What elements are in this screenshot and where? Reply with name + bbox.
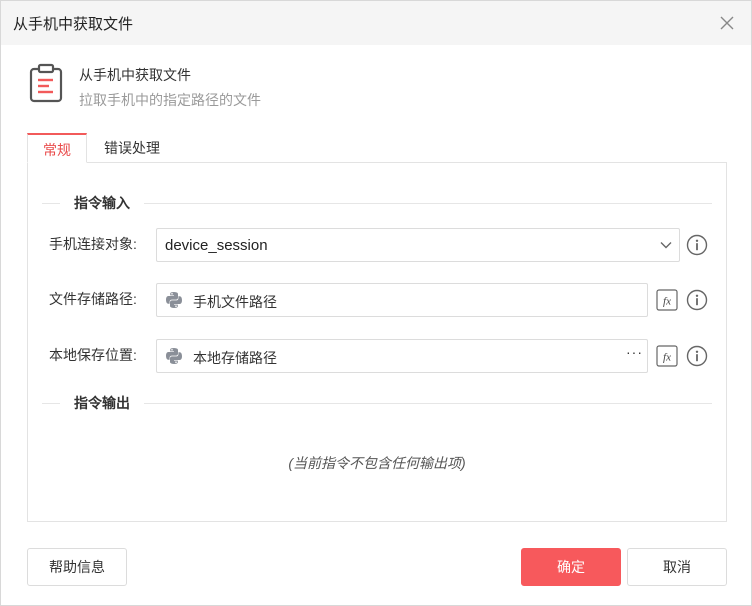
fx-icon[interactable]: fx xyxy=(656,345,678,367)
tab-error-handling[interactable]: 错误处理 xyxy=(87,133,177,163)
help-button[interactable]: 帮助信息 xyxy=(27,548,127,586)
file-path-input[interactable]: 手机文件路径 xyxy=(156,283,648,317)
local-path-value: 本地存储路径 xyxy=(193,350,277,366)
file-path-label: 文件存储路径: xyxy=(49,291,137,307)
confirm-button[interactable]: 确定 xyxy=(521,548,621,586)
input-section-title: 指令输入 xyxy=(60,193,144,213)
clipboard-icon xyxy=(29,63,63,103)
dialog-title: 从手机中获取文件 xyxy=(13,16,134,33)
title-bar: 从手机中获取文件 xyxy=(1,1,751,45)
settings-panel: 指令输入 手机连接对象: device_session 文件存储路径: 手机文件… xyxy=(27,162,727,522)
info-icon[interactable] xyxy=(686,289,708,311)
python-icon xyxy=(166,348,182,364)
device-session-select[interactable]: device_session xyxy=(156,228,680,262)
local-path-label: 本地保存位置: xyxy=(49,347,137,363)
cancel-button[interactable]: 取消 xyxy=(627,548,727,586)
close-icon[interactable] xyxy=(715,11,739,35)
tab-general[interactable]: 常规 xyxy=(27,133,87,163)
fx-icon[interactable]: fx xyxy=(656,289,678,311)
svg-text:fx: fx xyxy=(663,352,671,364)
browse-button[interactable]: ··· xyxy=(626,344,643,360)
dialog: 从手机中获取文件 从手机中获取文件 拉取手机中的指定路径的文件 常规 错误处理 … xyxy=(0,0,752,606)
device-session-label: 手机连接对象: xyxy=(49,236,137,252)
input-section-header: 指令输入 xyxy=(42,193,712,213)
empty-output-message: (当前指令不包含任何输出项) xyxy=(288,455,466,471)
info-icon[interactable] xyxy=(686,345,708,367)
info-icon[interactable] xyxy=(686,234,708,256)
local-path-input[interactable]: 本地存储路径 ··· xyxy=(156,339,648,373)
file-path-value: 手机文件路径 xyxy=(193,294,277,310)
command-title: 从手机中获取文件 xyxy=(79,67,191,83)
chevron-down-icon xyxy=(660,242,672,249)
svg-text:fx: fx xyxy=(663,296,671,308)
command-description: 拉取手机中的指定路径的文件 xyxy=(79,92,261,108)
python-icon xyxy=(166,292,182,308)
output-section-title: 指令输出 xyxy=(60,393,144,413)
device-session-value: device_session xyxy=(165,237,268,254)
output-section-header: 指令输出 xyxy=(42,393,712,413)
